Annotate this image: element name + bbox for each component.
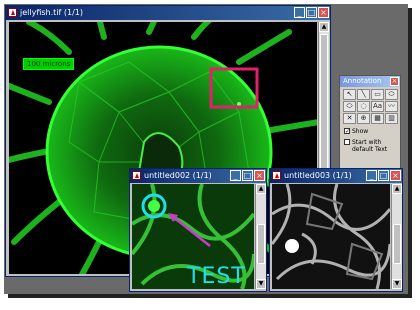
- default-text-label: Start with default Text: [352, 139, 388, 153]
- delete-tool-icon[interactable]: ✕: [343, 113, 356, 124]
- app-icon: [132, 171, 141, 180]
- scroll-thumb[interactable]: [257, 224, 265, 264]
- ellipse-tool-icon[interactable]: ⬭: [385, 89, 398, 100]
- window-title: untitled002 (1/1): [144, 171, 212, 180]
- maximize-button[interactable]: □: [306, 7, 317, 18]
- zoom-canvas[interactable]: [272, 184, 390, 289]
- close-button[interactable]: ×: [254, 170, 265, 181]
- minimize-button[interactable]: _: [294, 7, 305, 18]
- image-window-untitled003[interactable]: untitled003 (1/1) _ □ × ▲ ▼: [269, 168, 403, 292]
- window-title: jellyfish.tif (1/1): [20, 8, 83, 17]
- scroll-up-icon[interactable]: ▲: [319, 22, 329, 32]
- curve-tool-icon[interactable]: 〰: [385, 101, 398, 112]
- vertical-scrollbar[interactable]: ▲ ▼: [255, 184, 266, 289]
- annotation-text[interactable]: TEST: [187, 264, 246, 289]
- tool-grid: ↖ ╲ ▭ ⬭ ⬭ ◌ Aa 〰 ✕ ⊕ ▦ ▥: [343, 89, 398, 124]
- grayscale-image: [272, 184, 390, 289]
- rectangle-tool-icon[interactable]: ▭: [371, 89, 384, 100]
- fill-tool-icon[interactable]: ▦: [371, 113, 384, 124]
- pattern-tool-icon[interactable]: ▥: [385, 113, 398, 124]
- scroll-up-icon[interactable]: ▲: [392, 184, 402, 194]
- palette-close-button[interactable]: ×: [390, 77, 399, 86]
- zoom-canvas[interactable]: TEST: [132, 184, 254, 289]
- palette-title-bar[interactable]: Annotation ×: [340, 76, 400, 87]
- close-button[interactable]: ×: [318, 7, 329, 18]
- scroll-down-icon[interactable]: ▼: [256, 279, 266, 289]
- palette-title: Annotation: [343, 77, 382, 85]
- minimize-button[interactable]: _: [230, 170, 241, 181]
- window-title: untitled003 (1/1): [284, 171, 352, 180]
- default-text-checkbox[interactable]: [344, 139, 350, 145]
- show-checkbox[interactable]: ✓: [344, 128, 350, 135]
- select-arrow-icon[interactable]: ↖: [343, 89, 356, 100]
- scroll-up-icon[interactable]: ▲: [256, 184, 266, 194]
- title-bar[interactable]: untitled002 (1/1) _ □ ×: [130, 169, 266, 183]
- close-button[interactable]: ×: [390, 170, 401, 181]
- annotation-palette[interactable]: Annotation × ↖ ╲ ▭ ⬭ ⬭ ◌ Aa 〰 ✕ ⊕ ▦ ▥ ✓ …: [339, 75, 401, 169]
- vertical-scrollbar[interactable]: ▲ ▼: [391, 184, 402, 289]
- image-window-untitled002[interactable]: untitled002 (1/1) _ □ × TEST ▲ ▼: [129, 168, 267, 292]
- minimize-button[interactable]: _: [366, 170, 377, 181]
- title-bar[interactable]: jellyfish.tif (1/1) _ □ ×: [6, 6, 330, 20]
- add-tool-icon[interactable]: ⊕: [357, 113, 370, 124]
- default-text-checkbox-row[interactable]: Start with default Text: [344, 139, 398, 153]
- show-checkbox-row[interactable]: ✓ Show: [344, 128, 368, 135]
- title-bar[interactable]: untitled003 (1/1) _ □ ×: [270, 169, 402, 183]
- oval-tool-icon[interactable]: ⬭: [343, 101, 356, 112]
- maximize-button[interactable]: □: [242, 170, 253, 181]
- app-icon: [272, 171, 281, 180]
- maximize-button[interactable]: □: [378, 170, 389, 181]
- app-icon: [8, 8, 17, 17]
- line-tool-icon[interactable]: ╲: [357, 89, 370, 100]
- scale-bar-label: 100 microns: [23, 58, 75, 70]
- freehand-tool-icon[interactable]: ◌: [357, 101, 370, 112]
- text-tool-icon[interactable]: Aa: [371, 101, 384, 112]
- show-label: Show: [352, 128, 369, 135]
- scroll-down-icon[interactable]: ▼: [392, 279, 402, 289]
- scroll-thumb[interactable]: [393, 224, 401, 264]
